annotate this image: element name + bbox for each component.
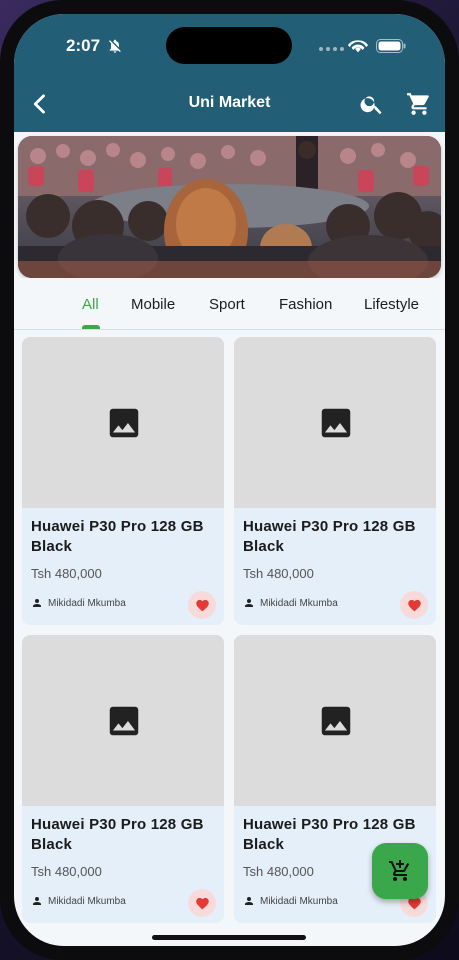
tab-sport[interactable]: Sport	[209, 296, 245, 313]
product-name: Huawei P30 Pro 128 GB Black	[31, 518, 204, 555]
favorite-button[interactable]	[188, 591, 216, 619]
tab-lifestyle[interactable]: Lifestyle	[364, 296, 419, 313]
product-seller: Mikidadi Mkumba	[31, 895, 126, 907]
product-card[interactable]: Huawei P30 Pro 128 GB Black Tsh 480,000 …	[22, 337, 224, 625]
status-time: 2:07	[66, 36, 101, 55]
seller-name: Mikidadi Mkumba	[260, 895, 338, 907]
heart-icon	[195, 897, 209, 909]
person-icon	[33, 599, 41, 607]
product-price: Tsh 480,000	[31, 864, 102, 879]
tab-fashion[interactable]: Fashion	[279, 296, 332, 313]
app-bar: 2:07 Uni Market	[14, 14, 445, 132]
seller-name: Mikidadi Mkumba	[48, 895, 126, 907]
person-icon	[245, 599, 253, 607]
add-to-cart-fab[interactable]	[372, 843, 428, 899]
seller-name: Mikidadi Mkumba	[48, 597, 126, 609]
tab-indicator	[82, 325, 100, 329]
heart-icon	[195, 599, 209, 611]
add-to-cart-icon	[389, 860, 410, 881]
product-price: Tsh 480,000	[243, 566, 314, 581]
dynamic-island	[166, 27, 292, 64]
image-icon	[109, 408, 139, 438]
product-price: Tsh 480,000	[243, 864, 314, 879]
product-card[interactable]: Huawei P30 Pro 128 GB Black Tsh 480,000 …	[22, 635, 224, 923]
favorite-button[interactable]	[188, 889, 216, 917]
product-seller: Mikidadi Mkumba	[243, 597, 338, 609]
battery-icon	[376, 39, 406, 53]
phone-frame: 2:07 Uni Market All Mobile Sport Fashion…	[0, 0, 459, 960]
image-icon	[321, 706, 351, 736]
screen: 2:07 Uni Market All Mobile Sport Fashion…	[14, 14, 445, 946]
tab-mobile[interactable]: Mobile	[131, 296, 175, 313]
product-seller: Mikidadi Mkumba	[243, 895, 338, 907]
product-image-placeholder	[234, 337, 436, 508]
product-image-placeholder	[22, 337, 224, 508]
product-card[interactable]: Huawei P30 Pro 128 GB Black Tsh 480,000 …	[234, 337, 436, 625]
seller-name: Mikidadi Mkumba	[260, 597, 338, 609]
home-indicator[interactable]	[152, 935, 306, 940]
product-price: Tsh 480,000	[31, 566, 102, 581]
shopping-cart-icon[interactable]	[406, 91, 432, 117]
person-icon	[245, 897, 253, 905]
product-name: Huawei P30 Pro 128 GB Black	[243, 518, 416, 555]
favorite-button[interactable]	[400, 591, 428, 619]
person-icon	[33, 897, 41, 905]
signal-icon	[319, 47, 344, 51]
tab-all[interactable]: All	[82, 296, 99, 313]
product-name: Huawei P30 Pro 128 GB Black	[31, 816, 204, 853]
bell-off-icon	[109, 39, 121, 53]
wifi-icon	[347, 40, 369, 53]
product-image-placeholder	[234, 635, 436, 806]
category-tabs: All Mobile Sport Fashion Lifestyle	[14, 278, 445, 330]
search-icon[interactable]	[359, 91, 385, 117]
product-image-placeholder	[22, 635, 224, 806]
crowd-photo	[18, 136, 441, 278]
product-seller: Mikidadi Mkumba	[31, 597, 126, 609]
image-icon	[109, 706, 139, 736]
heart-icon	[407, 599, 421, 611]
image-icon	[321, 408, 351, 438]
banner-image[interactable]	[18, 136, 441, 278]
